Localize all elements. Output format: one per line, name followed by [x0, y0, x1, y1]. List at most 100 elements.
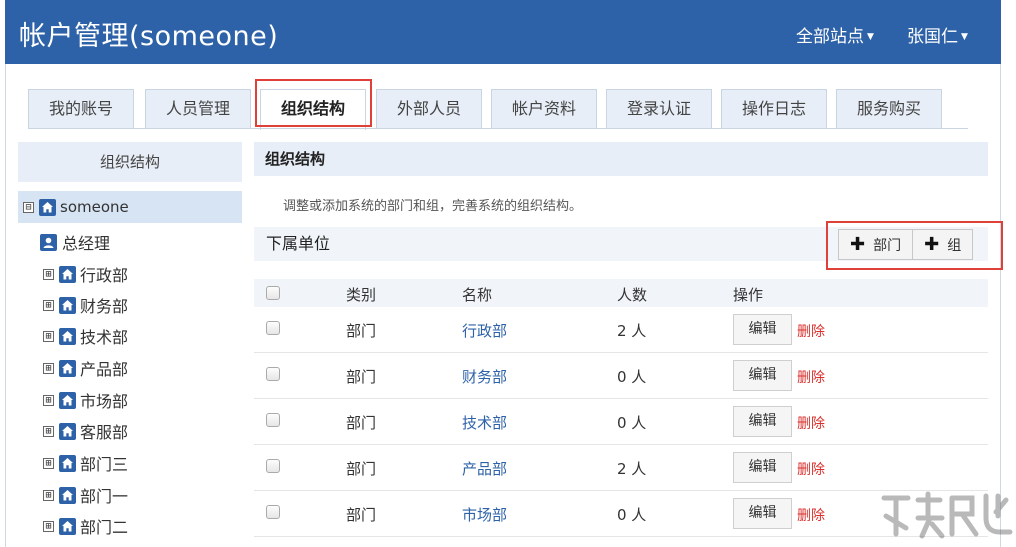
tree-item-dept[interactable]: ⊞ 客服部 [43, 419, 128, 443]
edit-button[interactable]: 编辑 [733, 314, 792, 345]
row-name-link[interactable]: 财务部 [462, 366, 507, 387]
tree-item-dept[interactable]: ⊞ 部门二 [43, 514, 128, 538]
user-name: 张国仁 [907, 27, 958, 47]
row-checkbox[interactable] [266, 459, 280, 473]
tab-account-info[interactable]: 帐户资料 [491, 89, 597, 129]
select-all-checkbox[interactable] [266, 286, 280, 300]
caret-down-icon: ▼ [961, 32, 968, 42]
user-menu[interactable]: 张国仁 ▼ [907, 22, 968, 47]
delete-link[interactable]: 删除 [797, 505, 825, 525]
tree-item-dept[interactable]: ⊞ 部门一 [43, 483, 128, 507]
tree-item-dept[interactable]: ⊞ 市场部 [43, 388, 128, 412]
tree-item-label: 部门一 [80, 487, 129, 506]
tree-item-label: 产品部 [80, 360, 129, 379]
section-title: 组织结构 [254, 142, 988, 176]
home-icon [59, 454, 76, 472]
tab-org-structure[interactable]: 组织结构 [260, 89, 366, 130]
row-name-link[interactable]: 市场部 [462, 504, 507, 525]
tree-item-manager[interactable]: 总经理 [40, 230, 110, 254]
row-type: 部门 [346, 506, 377, 524]
tab-login-auth[interactable]: 登录认证 [606, 89, 712, 129]
column-header-ops: 操作 [733, 286, 764, 304]
tree-item-label: 财务部 [80, 297, 129, 316]
expand-icon[interactable]: ⊞ [43, 489, 54, 501]
column-header-name: 名称 [462, 286, 493, 304]
tree-item-dept[interactable]: ⊞ 行政部 [43, 262, 128, 286]
watermark-logo [878, 488, 1016, 547]
sidebar-title: 组织结构 [18, 142, 242, 182]
row-checkbox[interactable] [266, 367, 280, 381]
home-icon [59, 422, 76, 440]
add-group-button[interactable]: ✚ 组 [913, 229, 974, 260]
tab-operation-log[interactable]: 操作日志 [721, 89, 827, 129]
home-icon [59, 391, 76, 409]
page-title: 帐户管理(someone) [19, 21, 279, 52]
expand-icon[interactable]: ⊞ [43, 362, 54, 374]
row-checkbox[interactable] [266, 413, 280, 427]
section-description: 调整或添加系统的部门和组，完善系统的组织结构。 [283, 199, 583, 214]
home-icon [59, 486, 76, 504]
expand-icon[interactable]: ⊞ [43, 330, 54, 342]
column-header-type: 类别 [346, 286, 377, 304]
home-icon [59, 359, 76, 377]
tab-service-purchase[interactable]: 服务购买 [836, 89, 942, 129]
tree-item-label: 部门二 [80, 518, 129, 537]
expand-icon[interactable]: ⊞ [43, 394, 54, 406]
tree-item-label: 技术部 [80, 328, 129, 347]
tree-root-someone[interactable]: ⊟ someone [18, 191, 242, 223]
row-divider [254, 398, 988, 399]
row-name-link[interactable]: 产品部 [462, 458, 507, 479]
home-icon [39, 198, 56, 216]
row-name-link[interactable]: 技术部 [462, 412, 507, 433]
all-sites-label: 全部站点 [796, 27, 864, 47]
delete-link[interactable]: 删除 [797, 367, 825, 387]
tab-people[interactable]: 人员管理 [145, 89, 251, 129]
row-type: 部门 [346, 322, 377, 340]
tree-item-dept[interactable]: ⊞ 财务部 [43, 293, 128, 317]
row-type: 部门 [346, 368, 377, 386]
row-count: 2 人 [617, 322, 647, 340]
row-count: 0 人 [617, 506, 647, 524]
home-icon [59, 517, 76, 535]
tree-item-dept[interactable]: ⊞ 产品部 [43, 356, 128, 380]
add-department-label: 部门 [873, 237, 902, 254]
expand-icon[interactable]: ⊞ [43, 425, 54, 437]
expand-icon[interactable]: ⊞ [43, 457, 54, 469]
row-checkbox[interactable] [266, 505, 280, 519]
add-button-group: ✚ 部门 ✚ 组 [838, 229, 974, 260]
expand-icon[interactable]: ⊞ [43, 299, 54, 311]
row-type: 部门 [346, 414, 377, 432]
row-name-link[interactable]: 行政部 [462, 320, 507, 341]
add-department-button[interactable]: ✚ 部门 [838, 229, 914, 260]
row-count: 0 人 [617, 368, 647, 386]
column-header-count: 人数 [617, 286, 648, 304]
caret-down-icon: ▼ [867, 32, 874, 42]
home-icon [59, 265, 76, 283]
app-header: 帐户管理(someone) 全部站点 ▼ 张国仁 ▼ [5, 0, 1001, 64]
tab-external-people[interactable]: 外部人员 [376, 89, 482, 129]
delete-link[interactable]: 删除 [797, 459, 825, 479]
row-type: 部门 [346, 460, 377, 478]
expand-icon[interactable]: ⊞ [43, 268, 54, 280]
expand-icon[interactable]: ⊞ [43, 520, 54, 532]
edit-button[interactable]: 编辑 [733, 406, 792, 437]
row-count: 2 人 [617, 460, 647, 478]
tree-item-label: 行政部 [80, 266, 129, 285]
edit-button[interactable]: 编辑 [733, 498, 792, 529]
plus-icon: ✚ [924, 234, 940, 255]
add-group-label: 组 [947, 237, 962, 254]
row-count: 0 人 [617, 414, 647, 432]
tab-my-account[interactable]: 我的账号 [28, 89, 134, 129]
tab-divider [28, 128, 968, 129]
row-checkbox[interactable] [266, 321, 280, 335]
tree-item-dept[interactable]: ⊞ 部门三 [43, 451, 128, 475]
all-sites-menu[interactable]: 全部站点 ▼ [796, 22, 874, 47]
tree-item-dept[interactable]: ⊞ 技术部 [43, 324, 128, 348]
tree-item-label: 部门三 [80, 455, 129, 474]
tree-item-label: 总经理 [62, 234, 111, 253]
delete-link[interactable]: 删除 [797, 413, 825, 433]
delete-link[interactable]: 删除 [797, 321, 825, 341]
edit-button[interactable]: 编辑 [733, 360, 792, 391]
edit-button[interactable]: 编辑 [733, 452, 792, 483]
collapse-icon[interactable]: ⊟ [23, 201, 34, 213]
